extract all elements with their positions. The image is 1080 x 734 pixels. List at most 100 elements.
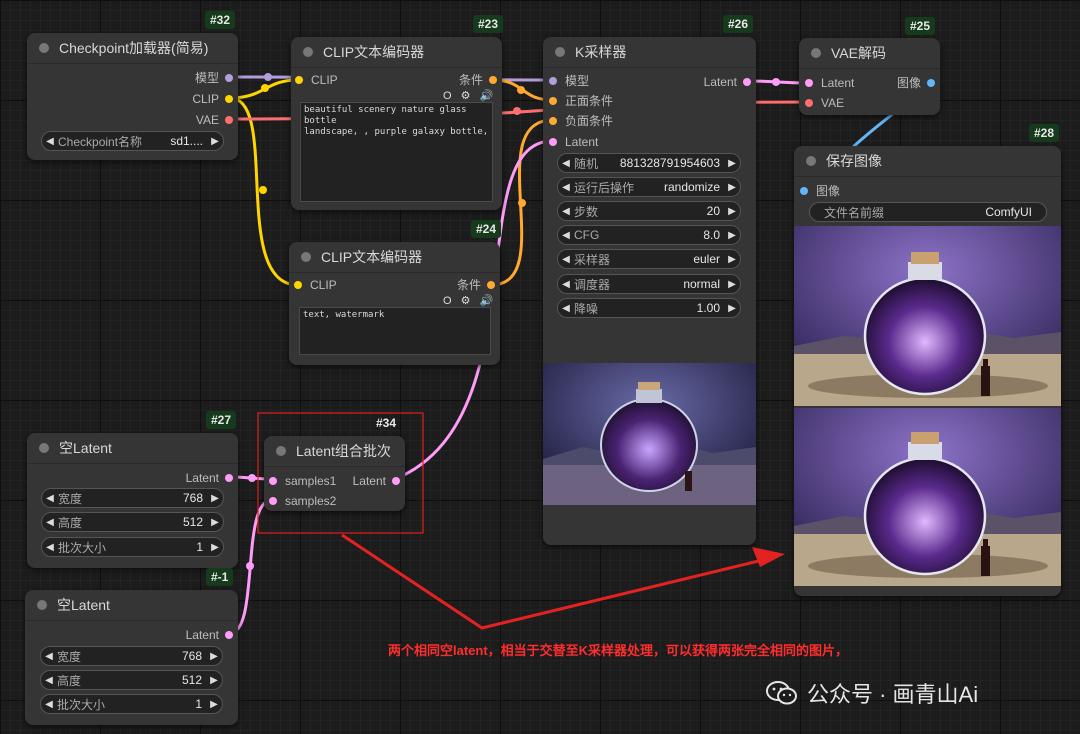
text-tools-icons[interactable]: O ⚙ 🔊 (443, 89, 496, 102)
arrow-left-icon[interactable]: ◀ (558, 279, 574, 290)
ksampler-node[interactable]: K采样器 模型 正面条件 负面条件 Latent Latent ◀ 随机 88132… (543, 37, 756, 545)
collapse-dot[interactable] (303, 47, 313, 57)
text-tools-icons[interactable]: O ⚙ 🔊 (443, 294, 496, 307)
seed-widget[interactable]: ◀ 随机 881328791954603 ▶ (557, 153, 741, 173)
node-title-bar[interactable]: VAE解码 (799, 38, 940, 69)
node-title-bar[interactable]: 空Latent (25, 590, 238, 621)
port-dot[interactable] (549, 77, 557, 85)
arrow-right-icon[interactable]: ▶ (206, 675, 222, 686)
port-dot[interactable] (549, 138, 557, 146)
collapse-dot[interactable] (276, 446, 286, 456)
arrow-right-icon[interactable]: ▶ (724, 206, 740, 217)
control-after-generate-widget[interactable]: ◀ 运行后操作 randomize ▶ (557, 177, 741, 197)
collapse-dot[interactable] (301, 252, 311, 262)
collapse-dot[interactable] (39, 43, 49, 53)
input-clip[interactable]: CLIP (294, 277, 337, 293)
save-image-node[interactable]: 保存图像 图像 文件名前缀 ComfyUI (794, 146, 1061, 596)
arrow-right-icon[interactable]: ▶ (207, 493, 223, 504)
batch-size-widget[interactable]: ◀ 批次大小 1 ▶ (40, 694, 223, 714)
sampler-widget[interactable]: ◀ 采样器 euler ▶ (557, 249, 741, 269)
input-clip[interactable]: CLIP (295, 72, 338, 88)
arrow-left-icon[interactable]: ◀ (41, 699, 57, 710)
prompt-textarea[interactable]: text, watermark (299, 307, 491, 355)
node-title-bar[interactable]: K采样器 (543, 37, 756, 68)
arrow-left-icon[interactable]: ◀ (41, 651, 57, 662)
arrow-left-icon[interactable]: ◀ (42, 517, 58, 528)
clip-text-encode-positive-node[interactable]: CLIP文本编码器 CLIP 条件 O ⚙ 🔊 beautiful scener… (291, 37, 502, 210)
arrow-left-icon[interactable]: ◀ (558, 303, 574, 314)
output-conditioning[interactable]: 条件 (459, 72, 497, 88)
input-vae[interactable]: VAE (805, 95, 844, 111)
output-latent[interactable]: Latent (186, 627, 233, 643)
node-title-bar[interactable]: CLIP文本编码器 (291, 37, 502, 68)
arrow-left-icon[interactable]: ◀ (558, 206, 574, 217)
input-samples1[interactable]: samples1 (269, 473, 336, 489)
port-dot[interactable] (805, 79, 813, 87)
ckpt-name-widget[interactable]: ◀ Checkpoint名称 sd1.... ▶ (41, 131, 224, 151)
arrow-right-icon[interactable]: ▶ (724, 182, 740, 193)
port-dot[interactable] (225, 116, 233, 124)
arrow-left-icon[interactable]: ◀ (558, 158, 574, 169)
port-dot[interactable] (549, 97, 557, 105)
port-dot[interactable] (489, 76, 497, 84)
height-widget[interactable]: ◀ 高度 512 ▶ (41, 512, 224, 532)
output-clip[interactable]: CLIP (192, 91, 233, 107)
port-dot[interactable] (800, 187, 808, 195)
node-title-bar[interactable]: CLIP文本编码器 (289, 242, 500, 273)
output-image-1[interactable] (794, 226, 1061, 406)
height-widget[interactable]: ◀ 高度 512 ▶ (40, 670, 223, 690)
prompt-textarea[interactable]: beautiful scenery nature glass bottle la… (300, 102, 493, 202)
scheduler-widget[interactable]: ◀ 调度器 normal ▶ (557, 274, 741, 294)
input-model[interactable]: 模型 (549, 73, 589, 89)
output-latent[interactable]: Latent (704, 74, 751, 90)
input-positive[interactable]: 正面条件 (549, 93, 613, 109)
input-latent[interactable]: Latent (549, 134, 598, 150)
arrow-right-icon[interactable]: ▶ (724, 230, 740, 241)
arrow-left-icon[interactable]: ◀ (42, 493, 58, 504)
port-dot[interactable] (294, 281, 302, 289)
input-samples2[interactable]: samples2 (269, 493, 336, 509)
collapse-dot[interactable] (811, 48, 821, 58)
filename-prefix-widget[interactable]: 文件名前缀 ComfyUI (809, 202, 1047, 222)
input-image[interactable]: 图像 (800, 183, 840, 199)
collapse-dot[interactable] (555, 47, 565, 57)
output-model[interactable]: 模型 (195, 70, 233, 86)
port-dot[interactable] (225, 474, 233, 482)
checkpoint-loader-node[interactable]: Checkpoint加载器(简易) 模型 CLIP VAE ◀ Checkpoi… (27, 33, 238, 160)
empty-latent-node-neg1[interactable]: 空Latent Latent ◀ 宽度 768 ▶ ◀ 高度 512 ▶ ◀ 批次大小 1 ▶ (25, 590, 238, 725)
node-title-bar[interactable]: 空Latent (27, 433, 238, 464)
node-title-bar[interactable]: Checkpoint加载器(简易) (27, 33, 238, 64)
arrow-left-icon[interactable]: ◀ (558, 182, 574, 193)
arrow-right-icon[interactable]: ▶ (724, 254, 740, 265)
arrow-right-icon[interactable]: ▶ (724, 279, 740, 290)
port-dot[interactable] (392, 477, 400, 485)
port-dot[interactable] (743, 78, 751, 86)
port-dot[interactable] (927, 79, 935, 87)
clip-text-encode-negative-node[interactable]: CLIP文本编码器 CLIP 条件 O ⚙ 🔊 text, watermark (289, 242, 500, 365)
collapse-dot[interactable] (39, 443, 49, 453)
node-title-bar[interactable]: 保存图像 (794, 146, 1061, 177)
vae-decode-node[interactable]: VAE解码 Latent VAE 图像 (799, 38, 940, 115)
port-dot[interactable] (487, 281, 495, 289)
output-vae[interactable]: VAE (196, 112, 233, 128)
arrow-left-icon[interactable]: ◀ (42, 136, 58, 147)
arrow-right-icon[interactable]: ▶ (207, 542, 223, 553)
port-dot[interactable] (269, 497, 277, 505)
collapse-dot[interactable] (806, 156, 816, 166)
latent-batch-node[interactable]: Latent组合批次 samples1 samples2 Latent (264, 436, 405, 511)
arrow-right-icon[interactable]: ▶ (724, 303, 740, 314)
output-latent[interactable]: Latent (186, 470, 233, 486)
denoise-widget[interactable]: ◀ 降噪 1.00 ▶ (557, 298, 741, 318)
arrow-right-icon[interactable]: ▶ (724, 158, 740, 169)
empty-latent-node-27[interactable]: 空Latent Latent ◀ 宽度 768 ▶ ◀ 高度 512 ▶ ◀ 批次大小 1 ▶ (27, 433, 238, 568)
arrow-right-icon[interactable]: ▶ (206, 651, 222, 662)
arrow-left-icon[interactable]: ◀ (42, 542, 58, 553)
port-dot[interactable] (225, 74, 233, 82)
collapse-dot[interactable] (37, 600, 47, 610)
arrow-right-icon[interactable]: ▶ (207, 136, 223, 147)
port-dot[interactable] (805, 99, 813, 107)
port-dot[interactable] (225, 631, 233, 639)
port-dot[interactable] (269, 477, 277, 485)
port-dot[interactable] (295, 76, 303, 84)
port-dot[interactable] (549, 117, 557, 125)
